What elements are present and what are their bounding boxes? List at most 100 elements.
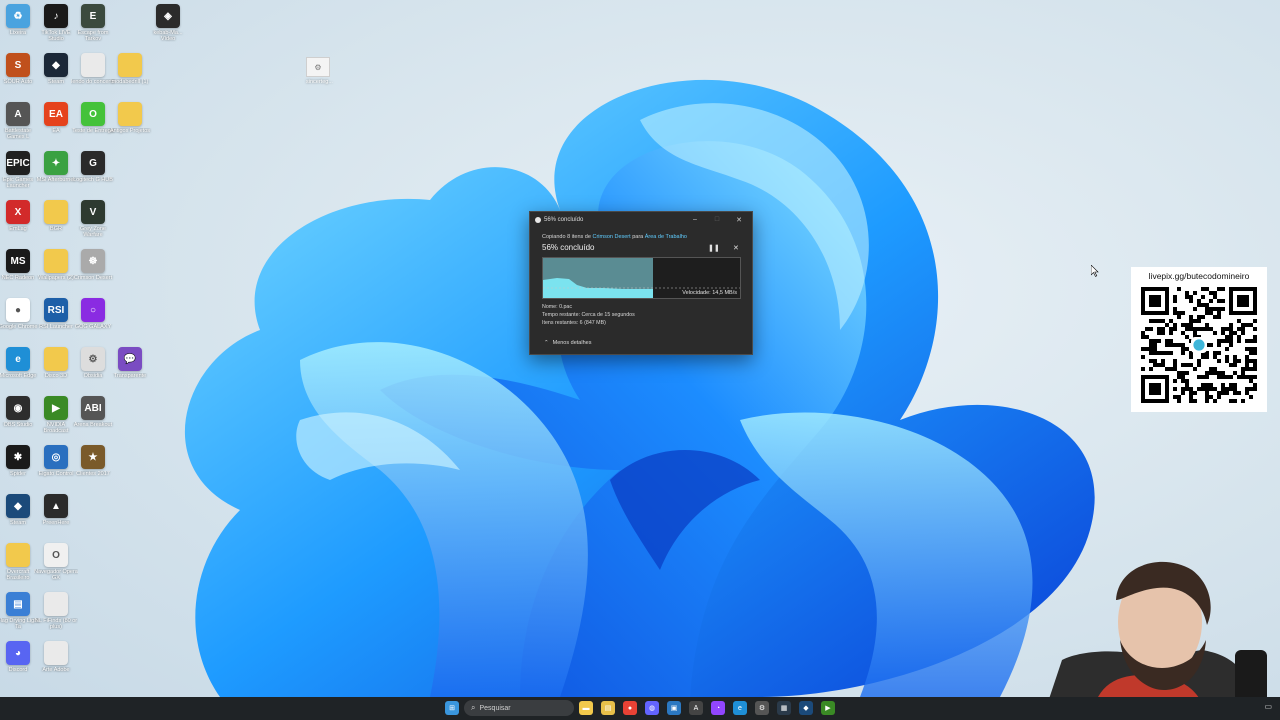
desktop-icon[interactable]: ★ Clientes 2017: [71, 445, 115, 483]
desktop-icon-label: Grey Zone Warfare: [80, 226, 106, 238]
qr-url: livepix.gg/butecodomineiro: [1148, 271, 1250, 281]
dialog-title: 56% concluído: [544, 216, 584, 223]
desktop-icon-label: Navegador Opera GX: [34, 569, 78, 581]
app-icon: 💬: [118, 347, 142, 371]
app-icon: ◆: [44, 53, 68, 77]
desktop-icon[interactable]: Antigos Projetos: [108, 102, 152, 140]
transfer-speed-graph: Velocidade: 14,5 MB/s: [542, 257, 741, 299]
start-icon[interactable]: ⊞: [445, 701, 459, 715]
app-icon: ✱: [6, 445, 30, 469]
app-icon: X: [6, 200, 30, 224]
app-icon: ○: [81, 298, 105, 322]
system-tray-icon[interactable]: ▭: [1264, 702, 1272, 711]
app-icon: V: [81, 200, 105, 224]
destination-folder-link[interactable]: Área de Trabalho: [645, 234, 687, 240]
desktop-icon-label: modabedrill (1): [111, 79, 149, 85]
webcam-feed: [1042, 561, 1267, 720]
app-icon: ⚙: [81, 347, 105, 371]
app-icon: ▶: [44, 396, 68, 420]
search-icon: ⌕: [471, 703, 476, 712]
steam-icon[interactable]: ◆: [799, 701, 813, 715]
copy-details: Nome: 0.pac Tempo restante: Cerca de 15 …: [542, 303, 635, 327]
copy-prefix: Copiando 8 itens de: [542, 234, 593, 240]
calligraphy-icon[interactable]: A: [689, 701, 703, 715]
app-icon: A: [6, 102, 30, 126]
pause-icon[interactable]: ❚❚: [708, 244, 720, 252]
edge-icon[interactable]: e: [733, 701, 747, 715]
app-icon: ♻: [6, 4, 30, 28]
desktop-icon[interactable]: NL FiFinds (80 or plus): [34, 592, 78, 630]
maximize-icon: □: [714, 216, 720, 223]
nvidia-icon[interactable]: ▶: [821, 701, 835, 715]
desktop-icon-label: Arena Breakout: [73, 422, 113, 428]
search-placeholder: Pesquisar: [479, 704, 511, 712]
app-icon: ●: [6, 298, 30, 322]
desktop-icon-label: Logitech G HUB: [73, 177, 113, 183]
desktop-icon-label: Transparente: [113, 373, 147, 379]
app-icon: e: [6, 347, 30, 371]
less-details-button[interactable]: ⌃ Menos detalhes: [544, 340, 591, 346]
desktop-icon-label: Clientes 2017: [76, 471, 110, 477]
desktop-icon[interactable]: Arte Adobe: [34, 641, 78, 679]
taskbar-search-box[interactable]: ⌕ Pesquisar: [464, 700, 574, 716]
desktop-icon-label: sincerteg...: [306, 79, 333, 85]
desktop: ♻ Lixeira ♪ TikTok LIVE Studio E Escape from …: [0, 0, 1280, 720]
desktop-file-icon[interactable]: ⚙ sincerteg...: [306, 57, 336, 85]
mouse-cursor-icon: [1091, 265, 1099, 277]
app-icon[interactable]: ▣: [667, 701, 681, 715]
app-icon: O: [44, 543, 68, 567]
speed-readout: Velocidade: 14,5 MB/s: [682, 290, 737, 296]
desktop-icon-label: Antigos Projetos: [109, 128, 151, 134]
desktop-icon[interactable]: V Grey Zone Warfare: [71, 200, 115, 238]
app-icon: [118, 102, 142, 126]
app-icon: EPIC: [6, 151, 30, 175]
copy-mid: para: [630, 234, 645, 240]
desktop-icon[interactable]: ○ GOG GALAXY: [71, 298, 115, 336]
settings-icon[interactable]: ⚙: [755, 701, 769, 715]
app-icon: ◉: [6, 396, 30, 420]
twitch-icon[interactable]: ◔: [711, 701, 725, 715]
taskbar-app-icon[interactable]: ▦: [777, 701, 791, 715]
mastodon-icon[interactable]: ◍: [645, 701, 659, 715]
minimize-icon[interactable]: –: [684, 212, 706, 227]
less-details-label: Menos detalhes: [552, 340, 592, 346]
app-icon: ▤: [6, 592, 30, 616]
desktop-icon[interactable]: ABI Arena Breakout: [71, 396, 115, 434]
app-icon: [44, 592, 68, 616]
desktop-icon[interactable]: 💬 Transparente: [108, 347, 152, 385]
file-explorer-icon[interactable]: ▬: [579, 701, 593, 715]
app-icon: EA: [44, 102, 68, 126]
app-icon: [118, 53, 142, 77]
app-icon: [81, 53, 105, 77]
source-folder-link[interactable]: Crimson Desert: [592, 234, 630, 240]
desktop-icon-label: Crimson Desert: [73, 275, 113, 281]
desktop-icon[interactable]: O Navegador Opera GX: [34, 543, 78, 581]
cancel-icon[interactable]: ✕: [733, 244, 739, 252]
app-icon: ▲: [44, 494, 68, 518]
desktop-icon-kebab-video[interactable]: ◈ kebab-Ma... Vídeo: [146, 4, 190, 42]
desktop-icon[interactable]: G Logitech G HUB: [71, 151, 115, 189]
app-icon: [44, 347, 68, 371]
copy-source-line: Copiando 8 itens de Crimson Desert para …: [542, 234, 687, 240]
taskbar: ⊞ ▬ ▤ ● ◍ ▣ A ◔ e ⚙ ▦ ◆ ▶ ⌕ Pesquisar ▭: [0, 697, 1280, 720]
app-icon: ★: [81, 445, 105, 469]
desktop-icon[interactable]: ☸ Crimson Desert: [71, 249, 115, 287]
folder-icon[interactable]: ▤: [601, 701, 615, 715]
app-icon: [44, 200, 68, 224]
desktop-icon-label: NL FiFinds (80 or plus): [34, 618, 78, 630]
app-icon: O: [81, 102, 105, 126]
desktop-icon-label: Escape from Tarkov: [77, 30, 109, 42]
chrome-icon[interactable]: ●: [623, 701, 637, 715]
app-icon: ☸: [81, 249, 105, 273]
app-icon: ABI: [81, 396, 105, 420]
desktop-icon-label: Arte Adobe: [42, 667, 70, 673]
close-icon[interactable]: ✕: [728, 212, 750, 227]
desktop-icon[interactable]: ▲ PreenHere: [34, 494, 78, 532]
desktop-icon[interactable]: E Escape from Tarkov: [71, 4, 115, 42]
app-icon: ✦: [44, 151, 68, 175]
desktop-icon-label: GOG GALAXY: [74, 324, 112, 330]
app-icon: [44, 249, 68, 273]
desktop-icon[interactable]: modabedrill (1): [108, 53, 152, 91]
app-icon: G: [81, 151, 105, 175]
file-explorer-icon: [535, 216, 541, 223]
